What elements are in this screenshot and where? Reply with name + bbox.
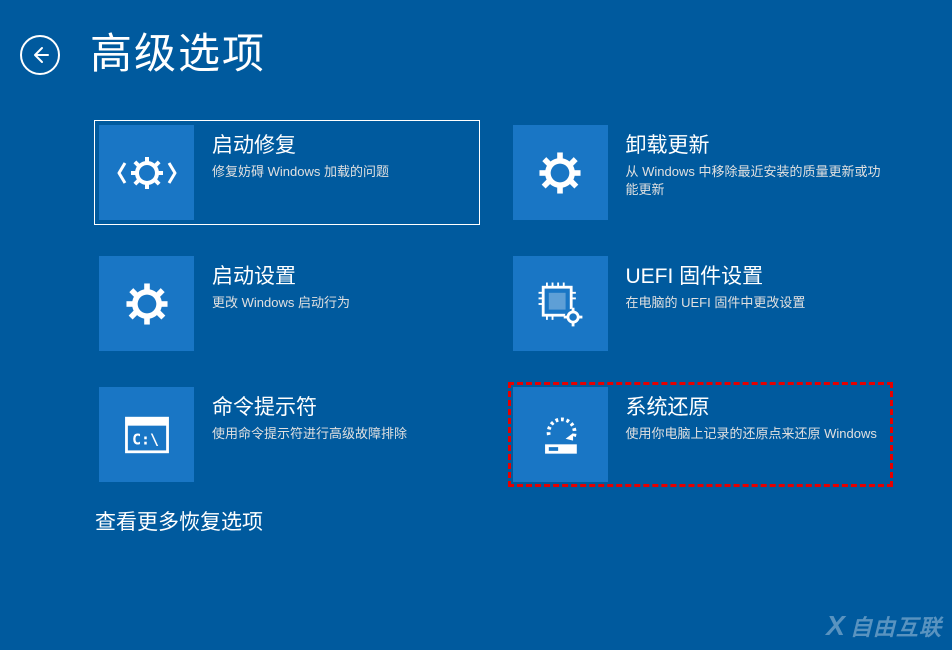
tile-title: 命令提示符 bbox=[212, 391, 475, 421]
tile-desc: 使用命令提示符进行高级故障排除 bbox=[212, 425, 472, 443]
startup-repair-icon bbox=[99, 125, 194, 220]
tile-desc: 在电脑的 UEFI 固件中更改设置 bbox=[626, 294, 886, 312]
tile-desc: 更改 Windows 启动行为 bbox=[212, 294, 472, 312]
tile-title: 启动设置 bbox=[212, 260, 475, 290]
tile-desc: 修复妨碍 Windows 加载的问题 bbox=[212, 163, 472, 181]
tile-command-prompt[interactable]: C:\ 命令提示符 使用命令提示符进行高级故障排除 bbox=[95, 383, 479, 486]
more-recovery-options-link[interactable]: 查看更多恢复选项 bbox=[0, 486, 952, 536]
watermark-text: 自由互联 bbox=[850, 610, 942, 642]
system-restore-icon bbox=[513, 387, 608, 482]
tile-title: 启动修复 bbox=[212, 129, 475, 159]
tile-startup-settings[interactable]: 启动设置 更改 Windows 启动行为 bbox=[95, 252, 479, 355]
arrow-left-icon bbox=[30, 45, 50, 65]
options-grid: 启动修复 修复妨碍 Windows 加载的问题 卸载更新 从 Windows 中… bbox=[0, 81, 952, 486]
tile-desc: 使用你电脑上记录的还原点来还原 Windows bbox=[626, 425, 886, 443]
uefi-firmware-icon bbox=[513, 256, 608, 351]
tile-uefi-firmware[interactable]: UEFI 固件设置 在电脑的 UEFI 固件中更改设置 bbox=[509, 252, 893, 355]
tile-title: 卸载更新 bbox=[626, 129, 889, 159]
page-title: 高级选项 bbox=[90, 20, 266, 81]
watermark: X 自由互联 bbox=[826, 610, 942, 642]
command-prompt-icon: C:\ bbox=[99, 387, 194, 482]
uninstall-updates-icon bbox=[513, 125, 608, 220]
startup-settings-icon bbox=[99, 256, 194, 351]
watermark-logo-icon: X bbox=[826, 610, 846, 642]
tile-title: 系统还原 bbox=[626, 391, 889, 421]
tile-title: UEFI 固件设置 bbox=[626, 260, 889, 290]
back-button[interactable] bbox=[20, 35, 60, 75]
tile-uninstall-updates[interactable]: 卸载更新 从 Windows 中移除最近安装的质量更新或功能更新 bbox=[509, 121, 893, 224]
tile-startup-repair[interactable]: 启动修复 修复妨碍 Windows 加载的问题 bbox=[95, 121, 479, 224]
tile-system-restore[interactable]: 系统还原 使用你电脑上记录的还原点来还原 Windows bbox=[509, 383, 893, 486]
svg-text:C:\: C:\ bbox=[132, 430, 159, 448]
tile-desc: 从 Windows 中移除最近安装的质量更新或功能更新 bbox=[626, 163, 886, 199]
